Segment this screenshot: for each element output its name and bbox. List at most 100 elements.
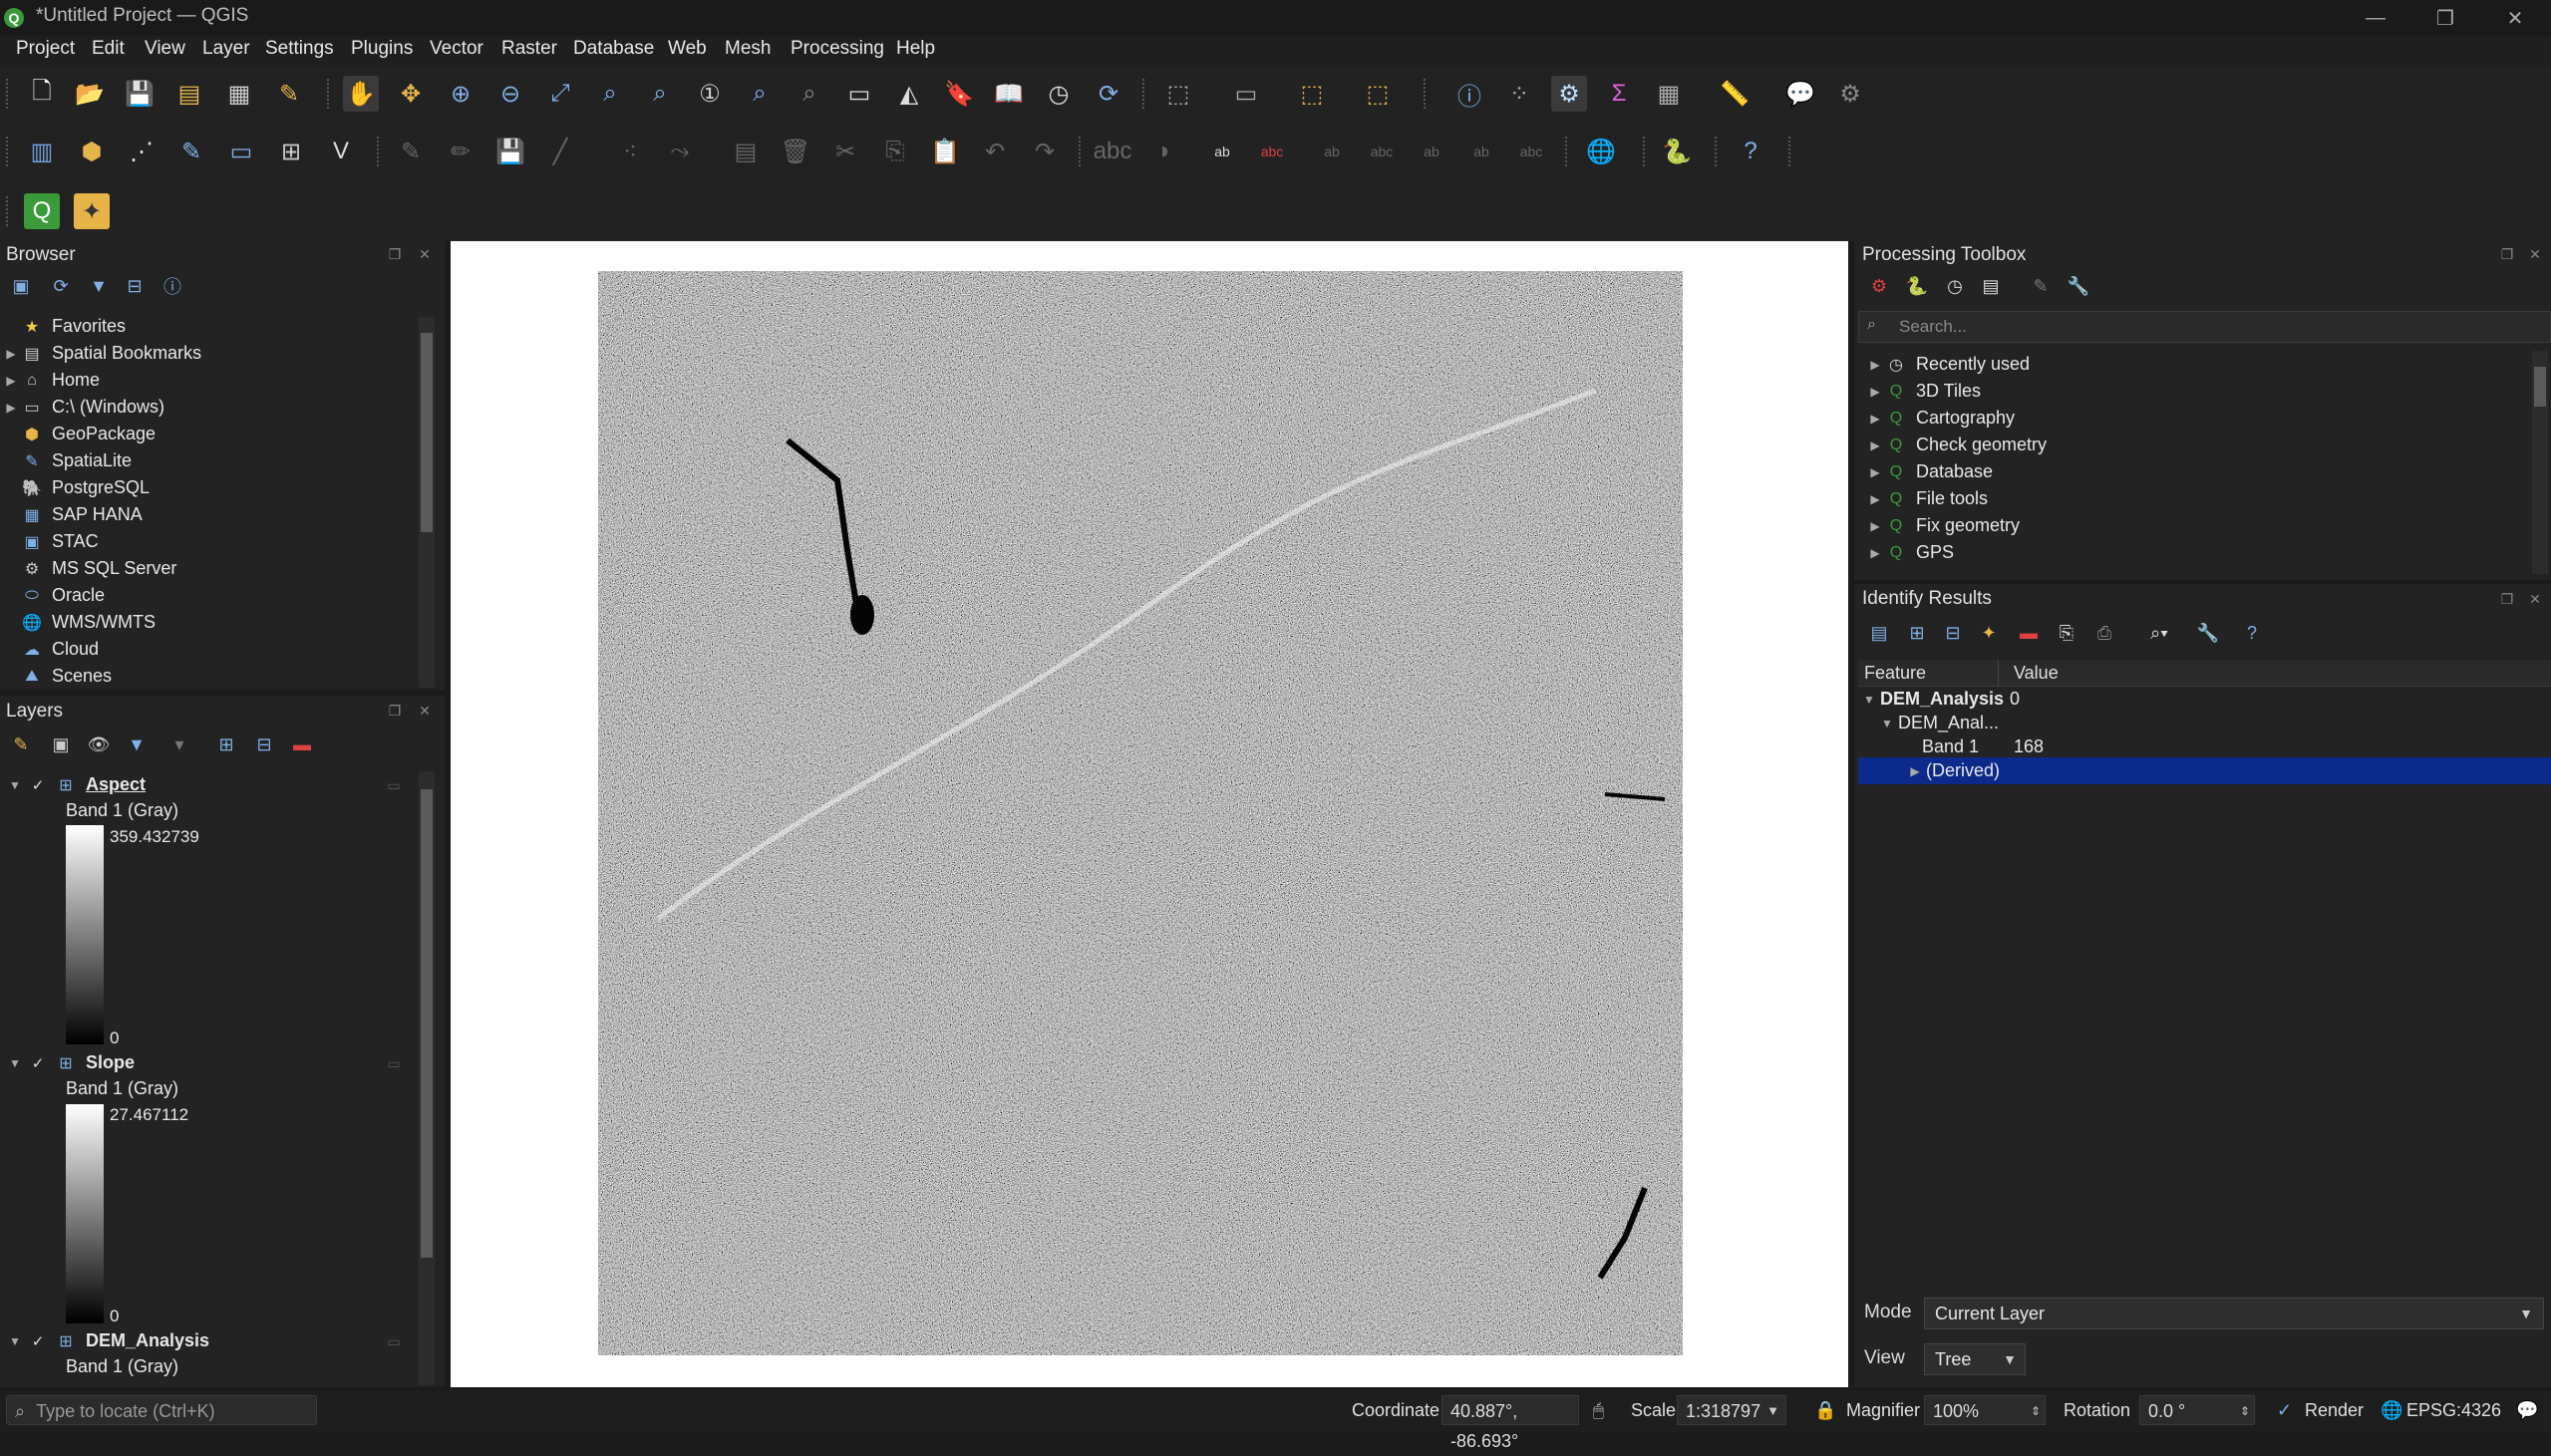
view-select[interactable]: Tree ▼ <box>1924 1343 2026 1375</box>
zoom-last-icon[interactable]: ⌕ <box>742 76 778 112</box>
lock-scale-icon[interactable]: 🔒 <box>1814 1400 1836 1421</box>
browser-item[interactable]: ✎ SpatiaLite <box>0 447 132 474</box>
menu-edit[interactable]: Edit <box>92 38 125 60</box>
statistical-summary-icon[interactable]: Σ <box>1601 76 1637 112</box>
expand-tree-icon[interactable]: ⊞ <box>1902 618 1932 648</box>
browser-item[interactable]: 🐘 PostgreSQL <box>0 474 150 501</box>
maximize-button[interactable]: ❐ <box>2410 0 2480 36</box>
browser-item[interactable]: ⛰ Scenes <box>0 663 112 690</box>
new-print-layout-icon[interactable]: ▤ <box>171 76 207 112</box>
show-bookmarks-icon[interactable]: 📖 <box>991 76 1027 112</box>
identify-help-icon[interactable]: ? <box>2237 618 2267 648</box>
new-map-view-icon[interactable]: ▭ <box>841 76 877 112</box>
save-project-icon[interactable]: 💾 <box>122 76 158 112</box>
processing-item[interactable]: ▶ Q Cartography <box>1864 405 2015 432</box>
scale-combo[interactable]: 1:318797 ▼ <box>1677 1395 1786 1425</box>
layer-visibility-checkbox[interactable]: ✓ <box>30 777 46 794</box>
collapse-icon[interactable]: ▼ <box>1858 693 1880 707</box>
browser-item[interactable]: ⚙ MS SQL Server <box>0 555 177 582</box>
style-manager-icon[interactable]: ✎ <box>271 76 307 112</box>
browser-item[interactable]: ▣ STAC <box>0 528 98 555</box>
zoom-next-icon[interactable]: ⌕ <box>792 76 827 112</box>
redo-icon[interactable]: ↷ <box>1027 134 1063 169</box>
new-temporary-layer-icon[interactable]: ▭ <box>223 134 259 169</box>
undo-icon[interactable]: ↶ <box>977 134 1013 169</box>
help-icon[interactable]: ? <box>1733 134 1768 169</box>
processing-scrollbar[interactable] <box>2532 351 2548 574</box>
measure-line-icon[interactable]: 📏 <box>1717 76 1753 112</box>
results-viewer-icon[interactable]: ▤ <box>1976 271 2006 301</box>
browser-item[interactable]: ⬭ Oracle <box>0 582 105 609</box>
open-attribute-table-icon[interactable]: ⁘ <box>1501 76 1537 112</box>
modify-attributes-icon[interactable]: ▤ <box>728 134 764 169</box>
history-icon[interactable]: ◷ <box>1940 271 1970 301</box>
result-row-feature[interactable]: ▼ DEM_Anal... <box>1876 710 2551 736</box>
expand-icon[interactable]: ▶ <box>0 374 22 388</box>
select-features-icon[interactable]: ⬚ <box>1160 76 1196 112</box>
clear-results-icon[interactable]: ▬ <box>2014 618 2044 648</box>
layer-indicator-icon[interactable]: ▭ <box>387 1334 401 1348</box>
menu-plugins[interactable]: Plugins <box>351 38 413 60</box>
magnifier-spinbox[interactable]: 100% ⇕ <box>1924 1395 2046 1425</box>
vertex-tool-icon[interactable]: ⤳ <box>662 134 698 169</box>
zoom-in-icon[interactable]: ⊕ <box>443 76 478 112</box>
toolbar-handle[interactable] <box>6 79 12 109</box>
processing-item[interactable]: ▶ ◷ Recently used <box>1864 351 2030 378</box>
scroll-thumb[interactable] <box>421 789 433 1258</box>
menu-mesh[interactable]: Mesh <box>725 38 771 60</box>
layer-styling-icon[interactable]: ✎ <box>6 729 36 759</box>
rotation-spinbox[interactable]: 0.0 ° ⇕ <box>2139 1395 2255 1425</box>
result-row-layer[interactable]: ▼ DEM_Analysis 0 <box>1858 686 2551 713</box>
float-panel-icon[interactable]: ❐ <box>2500 592 2514 606</box>
select-location-icon[interactable]: ⬚ <box>1360 76 1396 112</box>
close-window-button[interactable]: ✕ <box>2480 0 2550 36</box>
spin-arrows-icon[interactable]: ⇕ <box>2031 1396 2041 1426</box>
dem-raster-image[interactable] <box>598 271 1683 1355</box>
zoom-native-icon[interactable]: ① <box>692 76 728 112</box>
expand-icon[interactable]: ▶ <box>1904 764 1926 778</box>
float-panel-icon[interactable]: ❐ <box>388 247 402 261</box>
map-tips-icon[interactable]: 💬 <box>1782 76 1818 112</box>
close-panel-icon[interactable]: ✕ <box>2528 247 2542 261</box>
processing-item[interactable]: ▶ Q Fix geometry <box>1864 512 2020 539</box>
mode-select[interactable]: Current Layer ▼ <box>1924 1298 2544 1329</box>
collapse-icon[interactable]: ▼ <box>0 1056 30 1070</box>
menu-web[interactable]: Web <box>668 38 707 60</box>
menu-vector[interactable]: Vector <box>430 38 483 60</box>
plugin-icon[interactable]: ✦ <box>74 193 110 229</box>
digitize-line-icon[interactable]: ╱ <box>542 134 578 169</box>
result-row-derived[interactable]: ▶ (Derived) <box>1858 757 2551 784</box>
browser-item[interactable]: ★ Favorites <box>0 313 126 340</box>
select-by-value-icon[interactable]: ▭ <box>1228 76 1264 112</box>
layer-row-dem-analysis[interactable]: ▼ ✓ ⊞ DEM_Analysis <box>0 1327 409 1354</box>
expand-icon[interactable]: ▶ <box>0 401 22 415</box>
new-geopackage-layer-icon[interactable]: ⬢ <box>74 134 110 169</box>
browser-item[interactable]: ⬢ GeoPackage <box>0 421 156 447</box>
browser-item[interactable]: ▶ ▭ C:\ (Windows) <box>0 394 164 421</box>
save-edits-icon[interactable]: 💾 <box>492 134 528 169</box>
pan-map-icon[interactable]: ✋ <box>343 76 379 112</box>
change-label-icon[interactable]: abc <box>1513 134 1549 169</box>
processing-item[interactable]: ▶ Q Database <box>1864 458 1993 485</box>
layers-scrollbar[interactable] <box>419 771 435 1385</box>
spin-arrows-icon[interactable]: ⇕ <box>2240 1396 2250 1426</box>
result-row-band[interactable]: Band 1 168 <box>1922 733 2551 760</box>
browser-item[interactable]: ☁ Cloud <box>0 636 99 663</box>
options-wrench-icon[interactable]: 🔧 <box>2064 271 2093 301</box>
scroll-thumb[interactable] <box>421 333 433 532</box>
globe-icon[interactable]: 🌐 <box>2381 1400 2402 1421</box>
remove-layer-icon[interactable]: ▬ <box>287 729 317 759</box>
python-console-icon[interactable]: 🐍 <box>1659 134 1695 169</box>
delete-selected-icon[interactable]: 🗑 <box>778 134 813 169</box>
layer-row-aspect[interactable]: ▼ ✓ ⊞ Aspect <box>0 771 409 798</box>
crs-button[interactable]: EPSG:4326 <box>2406 1400 2501 1421</box>
copy-features-icon[interactable]: ⎘ <box>877 134 913 169</box>
deselect-features-icon[interactable]: ⬚ <box>1294 76 1330 112</box>
new-vector-tile-icon[interactable]: V <box>323 134 359 169</box>
layer-visibility-checkbox[interactable]: ✓ <box>30 1333 46 1350</box>
temporal-controller-icon[interactable]: ◷ <box>1041 76 1077 112</box>
feature-column-header[interactable]: Feature <box>1864 663 1926 684</box>
show-unplaced-labels-icon[interactable]: abc <box>1254 134 1290 169</box>
layer-row-slope[interactable]: ▼ ✓ ⊞ Slope <box>0 1049 409 1076</box>
new-bookmark-icon[interactable]: 🔖 <box>941 76 977 112</box>
